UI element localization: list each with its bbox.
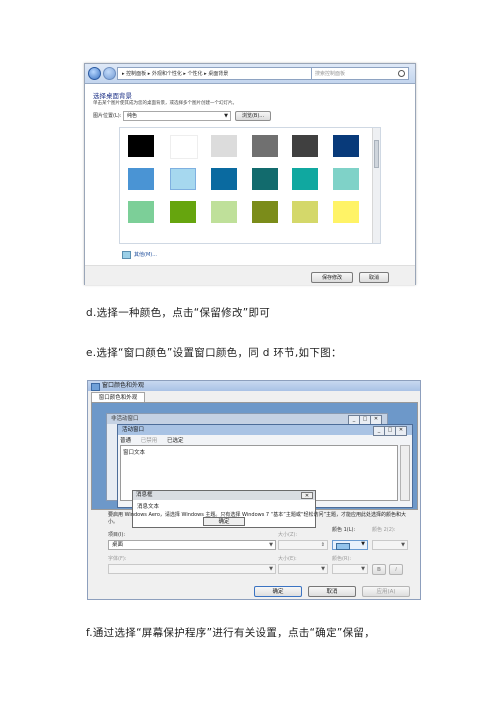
color-swatch[interactable] — [333, 135, 359, 157]
more-colors-link[interactable]: 其他(M)... — [134, 251, 157, 259]
color1-label: 颜色 1(L): — [332, 527, 356, 533]
chevron-down-icon: ▼ — [361, 566, 365, 572]
desktop-background-window: ▸ 控制面板 ▸ 外观和个性化 ▸ 个性化 ▸ 桌面背景 搜索控制面板 选择桌面… — [84, 63, 416, 285]
caption-e: e.选择“窗口颜色”设置窗口颜色，同 d 环节,如下图： — [86, 347, 342, 359]
ok-button[interactable]: 确定 — [254, 586, 302, 597]
color-swatch[interactable] — [252, 168, 278, 190]
font-size-select[interactable]: ▼ — [278, 564, 328, 574]
color-swatch[interactable] — [128, 135, 154, 157]
menu-item-disabled[interactable]: 已禁用 — [141, 438, 158, 444]
search-placeholder: 搜索控制面板 — [315, 71, 346, 77]
color-swatch[interactable] — [128, 201, 154, 223]
more-colors-icon[interactable] — [122, 251, 131, 259]
location-select[interactable]: 纯色 ▼ — [123, 111, 231, 121]
breadcrumb-personalization[interactable]: 个性化 — [188, 71, 203, 77]
footer-bar: 保存修改 取消 — [85, 265, 415, 285]
caption-f: f.通过选择“屏幕保护程序”进行有关设置，点击“确定”保留， — [86, 627, 376, 639]
location-label: 图片位置(L): — [93, 113, 122, 119]
color2-button[interactable]: ▼ — [372, 540, 408, 550]
item-select[interactable]: 桌面 ▼ — [108, 540, 276, 550]
menu-item-normal[interactable]: 普通 — [120, 438, 131, 444]
font-color-button[interactable]: ▼ — [332, 564, 368, 574]
aero-info-text: 要启用 Windows Aero，请选择 Windows 主题。只有选择 Win… — [108, 512, 407, 525]
vertical-scrollbar[interactable] — [372, 128, 380, 243]
menu-item-selected[interactable]: 已选定 — [167, 438, 184, 444]
search-icon[interactable] — [398, 70, 405, 77]
page-subtitle: 单击某个图片使其成为您的桌面背景，或选择多个图片创建一个幻灯片。 — [93, 101, 237, 106]
color-swatch-grid — [119, 127, 381, 244]
chevron-down-icon: ▼ — [269, 566, 273, 572]
breadcrumb-appearance[interactable]: 外观和个性化 — [152, 71, 182, 77]
color-swatch[interactable] — [292, 135, 318, 157]
active-window-title[interactable]: 活动窗口 — [118, 425, 412, 435]
color2-label: 颜色 2(2): — [372, 527, 396, 533]
bold-button[interactable]: B — [372, 564, 386, 575]
font-label: 字体(F): — [108, 556, 127, 562]
chevron-down-icon: ▼ — [321, 566, 325, 572]
breadcrumb-desktop-background[interactable]: 桌面背景 — [208, 71, 228, 77]
item-label: 项目(I): — [108, 532, 126, 538]
close-icon: ✕ — [395, 426, 407, 436]
font-select[interactable]: ▼ — [108, 564, 276, 574]
breadcrumb-control-panel[interactable]: 控制面板 — [126, 71, 146, 77]
chevron-down-icon: ▼ — [269, 542, 273, 548]
color-swatch[interactable] — [170, 168, 196, 190]
search-input[interactable]: 搜索控制面板 — [311, 67, 409, 80]
caption-d: d.选择一种颜色，点击“保留修改”即可 — [86, 307, 271, 319]
color-swatch[interactable] — [170, 135, 198, 159]
color-swatch[interactable] — [170, 201, 196, 223]
color-swatch[interactable] — [252, 201, 278, 223]
color-swatch[interactable] — [252, 135, 278, 157]
chevron-down-icon: ▼ — [224, 113, 228, 119]
message-text: 消息文本 — [137, 504, 160, 510]
preview-menu-bar[interactable]: 普通 已禁用 已选定 — [120, 436, 192, 444]
address-bar[interactable]: ▸ 控制面板 ▸ 外观和个性化 ▸ 个性化 ▸ 桌面背景 — [117, 67, 335, 80]
forward-icon[interactable] — [103, 67, 116, 80]
save-changes-button[interactable]: 保存修改 — [311, 272, 353, 283]
main-content: 选择桌面背景 单击某个图片使其成为您的桌面背景，或选择多个图片创建一个幻灯片。 … — [85, 85, 415, 285]
color-swatch[interactable] — [333, 201, 359, 223]
window-text: 窗口文本 — [123, 450, 146, 456]
page-title: 选择桌面背景 — [93, 92, 132, 100]
color1-chip — [336, 543, 350, 550]
color-swatch[interactable] — [292, 168, 318, 190]
browse-button[interactable]: 浏览(B)... — [235, 111, 271, 121]
preview-scrollbar[interactable] — [400, 445, 410, 501]
inactive-window-buttons: _ □ ✕ — [348, 415, 383, 425]
font-color-label: 颜色(R): — [332, 556, 352, 562]
cancel-button[interactable]: 取消 — [359, 272, 389, 283]
active-window-buttons: _ □ ✕ — [373, 426, 408, 436]
color-swatch[interactable] — [211, 201, 237, 223]
close-icon: ✕ — [301, 492, 313, 499]
italic-button[interactable]: I — [389, 564, 403, 575]
size-stepper[interactable]: ⇕ — [278, 540, 328, 550]
color-swatch[interactable] — [333, 168, 359, 190]
location-value: 纯色 — [127, 113, 138, 119]
navigation-bar: ▸ 控制面板 ▸ 外观和个性化 ▸ 个性化 ▸ 桌面背景 搜索控制面板 — [85, 64, 415, 84]
color-swatch[interactable] — [128, 168, 154, 190]
chevron-down-icon: ▼ — [401, 542, 405, 548]
item-value: 桌面 — [112, 542, 124, 548]
size-label: 大小(Z): — [278, 532, 298, 538]
color1-button[interactable]: ▼ — [332, 540, 368, 550]
message-box-title[interactable]: 消息框 — [133, 491, 315, 500]
color-swatch[interactable] — [211, 135, 237, 157]
color-swatch[interactable] — [211, 168, 237, 190]
tab-window-color[interactable]: 窗口颜色和外观 — [91, 392, 145, 402]
dialog-title: 窗口颜色和外观 — [102, 382, 145, 389]
color-swatch[interactable] — [292, 201, 318, 223]
dialog-title-bar: 窗口颜色和外观 — [88, 381, 420, 391]
inactive-window-title[interactable]: 非活动窗口 — [107, 414, 387, 424]
window-icon — [91, 383, 100, 391]
stepper-icon: ⇕ — [320, 542, 325, 548]
font-size-label: 大小(E): — [278, 556, 297, 562]
cancel-button[interactable]: 取消 — [308, 586, 356, 597]
window-color-dialog: 窗口颜色和外观 窗口颜色和外观 非活动窗口 _ □ ✕ 活动窗口 _ □ ✕ 普… — [87, 380, 421, 600]
scrollbar-thumb[interactable] — [374, 140, 379, 168]
back-icon[interactable] — [88, 67, 101, 80]
apply-button[interactable]: 应用(A) — [362, 586, 410, 597]
chevron-down-icon: ▼ — [361, 541, 365, 547]
preview-area[interactable]: 非活动窗口 _ □ ✕ 活动窗口 _ □ ✕ 普通 已禁用 已选定 窗口文本 消… — [91, 402, 418, 528]
